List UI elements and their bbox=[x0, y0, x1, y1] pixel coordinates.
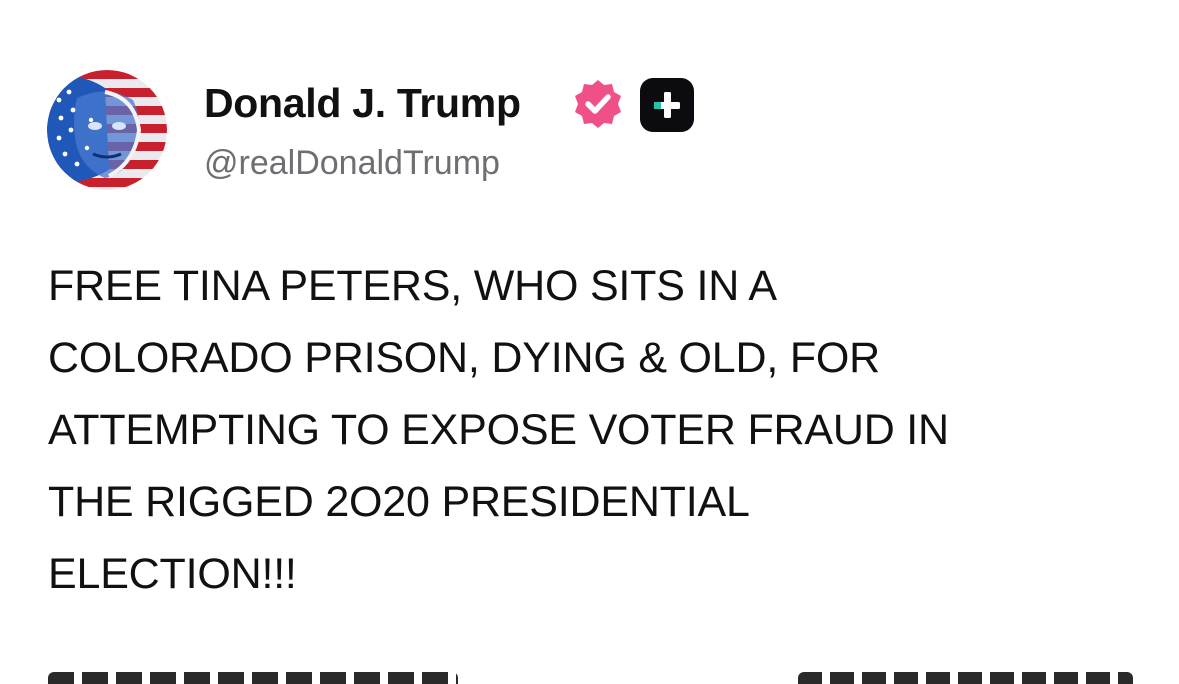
verified-badge-icon bbox=[571, 78, 625, 132]
footer-left-text-cropped bbox=[48, 672, 458, 684]
post-footer-cropped bbox=[48, 672, 1133, 684]
post-card: Donald J. Trump @realDonaldTrump FREE TI… bbox=[0, 0, 1179, 684]
post-text: FREE TINA PETERS, WHO SITS IN A COLORADO… bbox=[48, 262, 949, 598]
plus-badge-icon bbox=[640, 78, 694, 132]
avatar-image bbox=[47, 70, 167, 190]
author-display-name[interactable]: Donald J. Trump bbox=[204, 80, 521, 127]
author-handle[interactable]: @realDonaldTrump bbox=[204, 144, 500, 183]
avatar[interactable] bbox=[47, 70, 167, 190]
footer-timestamp-cropped bbox=[798, 672, 1133, 684]
